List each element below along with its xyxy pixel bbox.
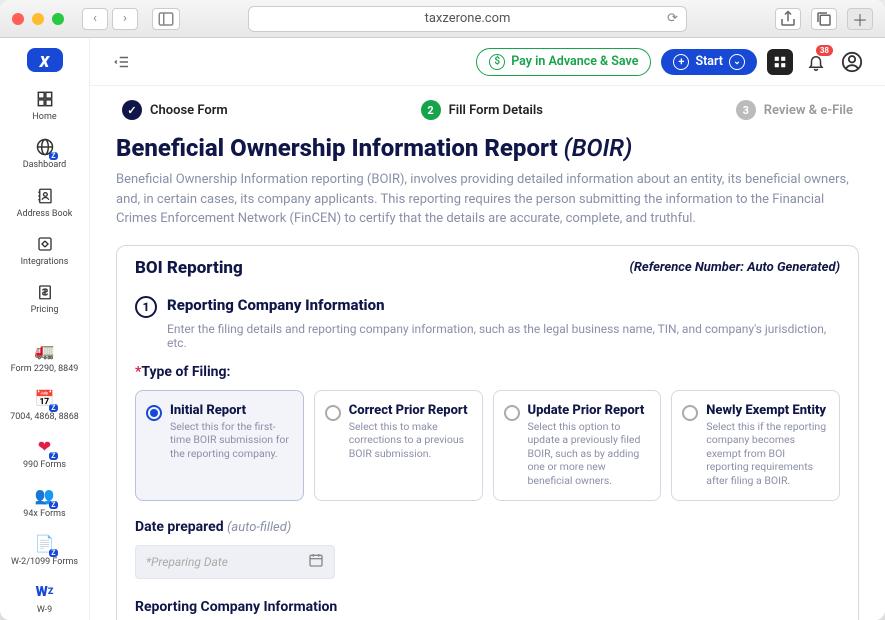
address-book-icon — [34, 185, 56, 207]
browser-sidebar-icon[interactable] — [152, 8, 180, 30]
dollar-icon: $ — [489, 54, 505, 70]
left-navigation-rail: x Home Z Dashboard Address Book Integrat… — [0, 38, 90, 620]
filing-option-correct[interactable]: Correct Prior Report Select this to make… — [314, 390, 483, 501]
globe-icon: Z — [34, 136, 56, 158]
notification-badge: 38 — [816, 45, 833, 56]
window-close-icon[interactable] — [12, 13, 24, 25]
browser-url-text: taxzerone.com — [425, 11, 511, 26]
w9-icon: WZ — [34, 581, 56, 603]
rail-form-7004[interactable]: 📅Z 7004, 4868, 8868 — [0, 382, 89, 428]
rail-integrations[interactable]: Integrations — [0, 227, 89, 273]
rail-990-forms[interactable]: ❤Z 990 Forms — [0, 430, 89, 476]
browser-title-bar: ‹ › taxzerone.com ⟳ ＋ — [0, 0, 885, 38]
filing-option-update[interactable]: Update Prior Report Select this option t… — [493, 390, 662, 501]
start-button[interactable]: + Start ⌄ — [661, 49, 757, 75]
apps-grid-button[interactable] — [767, 49, 793, 75]
filing-type-label: *Type of Filing: — [135, 364, 840, 380]
rail-94x-forms[interactable]: 👥Z 94x Forms — [0, 479, 89, 525]
rail-w9[interactable]: WZ W-9 — [0, 575, 89, 620]
app-logo[interactable]: x — [27, 48, 63, 72]
panel-heading: BOI Reporting — [135, 258, 243, 278]
new-tab-button[interactable]: ＋ — [847, 8, 873, 30]
reload-icon[interactable]: ⟳ — [667, 11, 678, 26]
rci-heading: Reporting Company Information — [135, 599, 840, 615]
check-icon: ✓ — [122, 100, 142, 120]
plus-icon: + — [673, 54, 689, 70]
boi-panel: BOI Reporting (Reference Number: Auto Ge… — [116, 245, 859, 620]
calendar-icon: 📅Z — [34, 388, 56, 410]
date-prepared-label: Date prepared (auto-filled) — [135, 519, 840, 535]
heart-icon: ❤Z — [34, 436, 56, 458]
truck-icon: 🚛 — [34, 340, 56, 362]
section-number: 1 — [135, 296, 157, 318]
browser-forward-button[interactable]: › — [112, 8, 138, 30]
rail-home[interactable]: Home — [0, 82, 89, 128]
browser-url-bar[interactable]: taxzerone.com ⟳ — [248, 6, 687, 32]
page-title: Beneficial Ownership Information Report … — [116, 134, 859, 162]
filing-option-exempt[interactable]: Newly Exempt Entity Select this if the r… — [671, 390, 840, 501]
browser-back-button[interactable]: ‹ — [82, 8, 108, 30]
calendar-icon — [308, 552, 324, 571]
reference-number: (Reference Number: Auto Generated) — [629, 260, 840, 275]
step-review-efile[interactable]: 3 Review & e-File — [736, 100, 853, 120]
user-avatar-button[interactable] — [839, 49, 865, 75]
rail-form-2290[interactable]: 🚛 Form 2290, 8849 — [0, 334, 89, 380]
section-title: Reporting Company Information — [167, 296, 385, 314]
home-icon — [34, 88, 56, 110]
integrations-icon — [34, 233, 56, 255]
section-subtitle: Enter the filing details and reporting c… — [167, 322, 840, 350]
filing-option-initial[interactable]: Initial Report Select this for the first… — [135, 390, 304, 501]
radio-icon — [325, 405, 341, 421]
step-choose-form[interactable]: ✓ Choose Form — [122, 100, 228, 120]
date-prepared-input[interactable]: *Preparing Date — [135, 545, 335, 579]
pay-advance-button[interactable]: $ Pay in Advance & Save — [476, 48, 651, 76]
progress-steps: ✓ Choose Form 2 Fill Form Details 3 Revi… — [116, 100, 859, 120]
radio-icon — [682, 405, 698, 421]
sidebar-collapse-button[interactable] — [110, 50, 134, 74]
people-icon: 👥Z — [34, 485, 56, 507]
window-minimize-icon[interactable] — [32, 13, 44, 25]
chevron-down-icon: ⌄ — [729, 54, 745, 70]
document-icon: 📄Z — [34, 533, 56, 555]
notifications-button[interactable]: 38 — [803, 49, 829, 75]
radio-icon — [504, 405, 520, 421]
app-topbar: $ Pay in Advance & Save + Start ⌄ 38 — [90, 38, 885, 86]
step-fill-details[interactable]: 2 Fill Form Details — [421, 100, 543, 120]
rail-w2-1099[interactable]: 📄Z W-2/1099 Forms — [0, 527, 89, 573]
pricing-icon — [34, 281, 56, 303]
tabs-icon[interactable] — [811, 8, 837, 30]
radio-icon — [146, 405, 162, 421]
window-maximize-icon[interactable] — [52, 13, 64, 25]
rail-dashboard[interactable]: Z Dashboard — [0, 130, 89, 176]
rail-address-book[interactable]: Address Book — [0, 179, 89, 225]
share-icon[interactable] — [775, 8, 801, 30]
page-description: Beneficial Ownership Information reporti… — [116, 170, 859, 229]
rail-pricing[interactable]: Pricing — [0, 275, 89, 321]
